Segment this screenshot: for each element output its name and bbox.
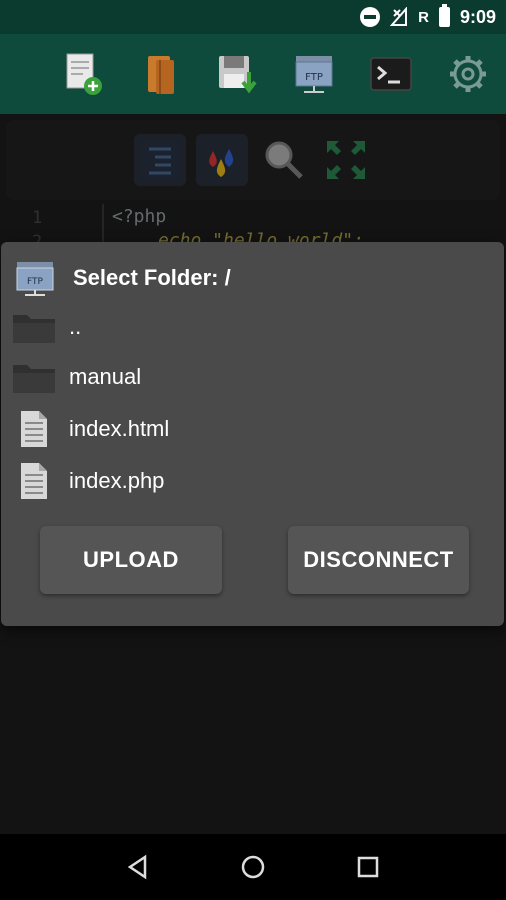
- navigation-bar: [0, 834, 506, 900]
- open-folder-button[interactable]: [121, 44, 198, 104]
- settings-icon: [449, 56, 486, 92]
- battery-icon: [438, 4, 450, 27]
- list-item[interactable]: index.php: [9, 458, 489, 504]
- list-item-label: index.php: [69, 468, 165, 493]
- save-icon: [218, 56, 257, 94]
- do-not-disturb-icon: [360, 7, 381, 27]
- folder-icon: [9, 307, 59, 347]
- list-item[interactable]: ..: [9, 304, 489, 350]
- clock: 9:09: [459, 6, 496, 27]
- open-folder-icon: [147, 56, 174, 94]
- terminal-icon: [369, 57, 412, 91]
- home-icon: [241, 855, 265, 879]
- list-item-label: manual: [69, 364, 142, 389]
- terminal-button[interactable]: [352, 44, 429, 104]
- ftp-folder-icon-label: FTP: [27, 277, 44, 287]
- dialog-header: FTP Select Folder: /: [15, 256, 231, 300]
- save-button[interactable]: [198, 44, 275, 104]
- folder-icon: [9, 357, 59, 397]
- no-signal-icon: [389, 6, 408, 27]
- roaming-indicator: R: [418, 8, 429, 26]
- ftp-folder-icon: FTP: [16, 262, 54, 296]
- upload-button[interactable]: UPLOAD: [40, 526, 222, 594]
- back-icon: [127, 854, 146, 880]
- list-item-label: index.html: [69, 416, 170, 441]
- new-file-icon: [66, 53, 102, 95]
- list-item[interactable]: index.html: [9, 406, 489, 452]
- recents-button[interactable]: [348, 847, 388, 887]
- select-folder-dialog: FTP Select Folder: / .. manual index.htm…: [1, 242, 504, 626]
- ftp-icon-label: FTP: [305, 72, 323, 83]
- list-item[interactable]: manual: [9, 354, 489, 400]
- disconnect-button[interactable]: DISCONNECT: [288, 526, 469, 594]
- settings-button[interactable]: [429, 44, 506, 104]
- ftp-button[interactable]: FTP: [275, 44, 352, 104]
- ftp-icon: FTP: [295, 56, 332, 93]
- home-button[interactable]: [233, 847, 273, 887]
- list-item-label: ..: [69, 314, 82, 339]
- file-icon: [9, 461, 59, 501]
- dialog-title: Select Folder: /: [73, 265, 231, 290]
- new-file-button[interactable]: [44, 44, 121, 104]
- status-bar: R 9:09: [0, 0, 506, 34]
- back-button[interactable]: [118, 847, 158, 887]
- file-icon: [9, 409, 59, 449]
- status-icons: R 9:09: [360, 0, 496, 34]
- app-toolbar: FTP: [0, 34, 506, 114]
- recents-icon: [358, 856, 379, 878]
